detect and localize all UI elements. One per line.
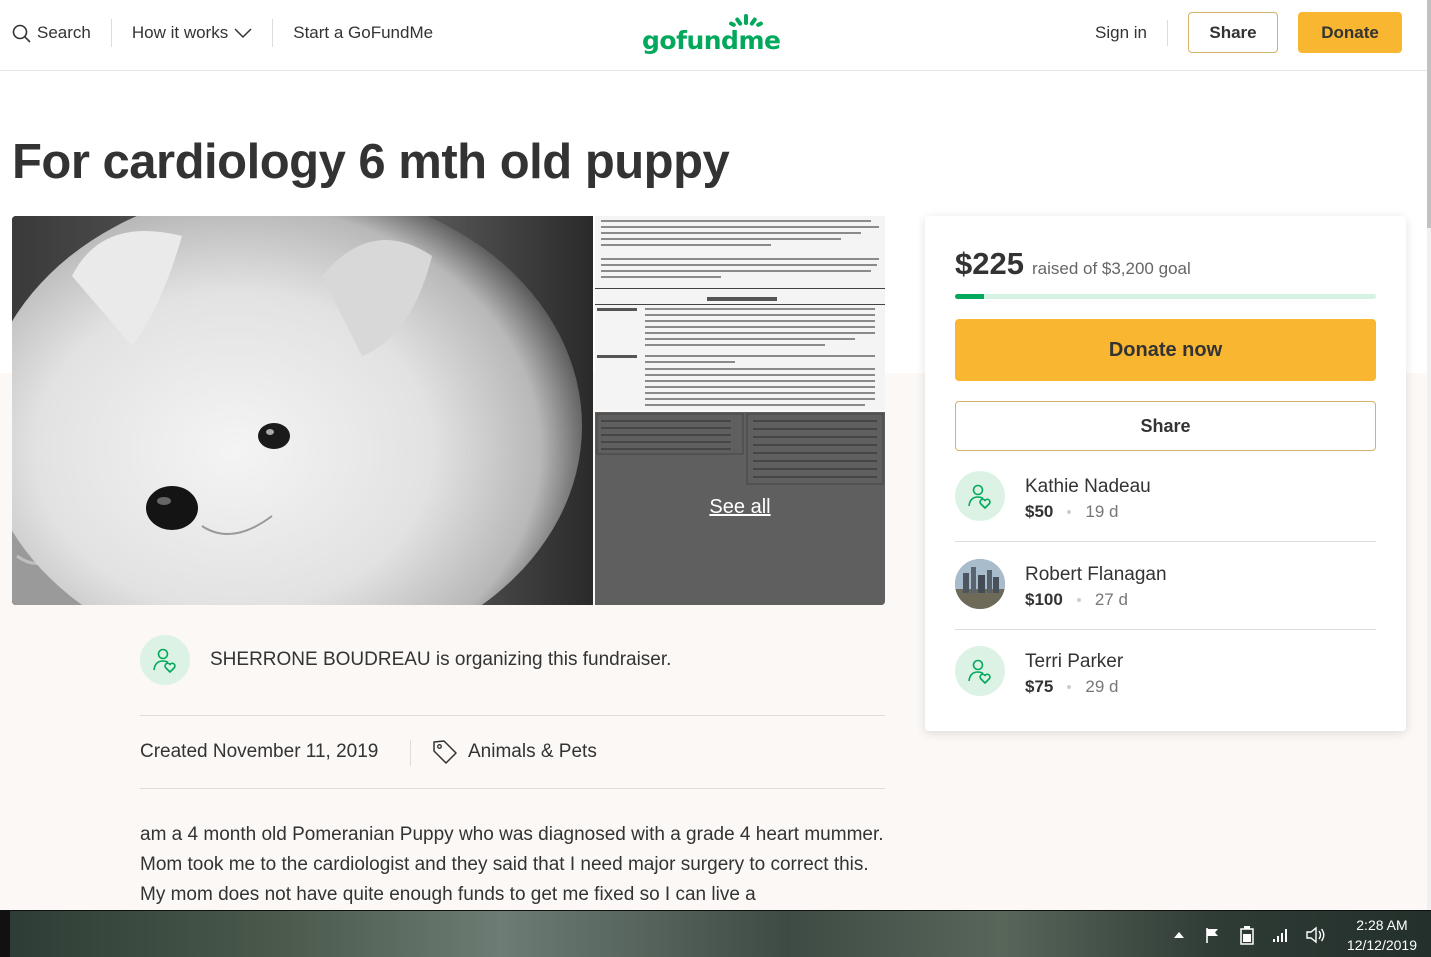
battery-icon[interactable] [1237, 925, 1257, 945]
nav-left: Search How it works Start a GoFundMe [12, 0, 433, 66]
meta-divider [410, 740, 411, 766]
action-center-flag-icon[interactable] [1203, 925, 1223, 945]
header-share-button[interactable]: Share [1188, 12, 1278, 53]
header-donate-button[interactable]: Donate [1298, 12, 1402, 53]
puppy-photo-image [12, 216, 593, 605]
donor-amount: $50 [1025, 502, 1054, 521]
separator-dot [1067, 685, 1072, 689]
donor-meta: $50 19 d [1025, 502, 1118, 522]
see-all-photos-tile[interactable]: See all [595, 412, 885, 605]
tag-icon [433, 740, 457, 764]
donor-name: Robert Flanagan [1025, 564, 1167, 585]
search-label: Search [37, 23, 91, 42]
sign-in-link[interactable]: Sign in [1095, 23, 1147, 43]
show-hidden-icons-icon[interactable] [1169, 925, 1189, 945]
volume-icon[interactable] [1305, 925, 1325, 945]
taskbar-clock[interactable]: 2:28 AM 12/12/2019 [1347, 915, 1417, 955]
campaign-main-photo[interactable] [12, 216, 593, 605]
nav-divider [110, 19, 112, 47]
donor-row: Kathie Nadeau $50 19 d [955, 471, 1376, 559]
how-it-works-label: How it works [131, 23, 229, 42]
start-gofundme-link[interactable]: Start a GoFundMe [293, 23, 433, 43]
nav-right: Sign in Share Donate [1095, 12, 1402, 53]
organizer-text: SHERRONE BOUDREAU is organizing this fun… [210, 649, 672, 670]
donor-avatar [955, 646, 1005, 696]
donor-time: 29 d [1085, 677, 1119, 696]
site-header: Search How it works Start a GoFundMe gof… [0, 0, 1427, 71]
category-label: Animals & Pets [468, 741, 597, 762]
raised-amount: $225 [955, 246, 1024, 281]
medical-document-image [595, 216, 885, 410]
nav-divider [1167, 19, 1168, 46]
gofundme-logo[interactable]: gofundme [642, 14, 781, 55]
donor-name: Terri Parker [1025, 651, 1124, 672]
donor-amount: $100 [1025, 590, 1063, 609]
donor-meta: $100 27 d [1025, 590, 1128, 610]
separator-dot [1076, 598, 1081, 602]
logo-text: gofundme [642, 26, 781, 55]
see-all-link[interactable]: See all [595, 496, 885, 519]
clock-date: 12/12/2019 [1346, 936, 1417, 953]
donor-photo-avatar [955, 559, 1005, 609]
organizer-avatar [140, 635, 190, 685]
campaign-story: am a 4 month old Pomeranian Puppy who wa… [140, 824, 884, 905]
start-label: Start a GoFundMe [293, 23, 434, 42]
divider [955, 629, 1376, 630]
donor-avatar [955, 559, 1005, 609]
category-link[interactable]: Animals & Pets [432, 739, 597, 765]
donor-heart-icon [968, 484, 991, 509]
campaign-document-photo[interactable] [595, 216, 885, 410]
progress-bar [955, 294, 1376, 299]
os-taskbar: 2:28 AM 12/12/2019 [0, 910, 1431, 957]
search-icon [12, 24, 31, 43]
donor-time: 19 d [1085, 502, 1119, 521]
search-link[interactable]: Search [12, 23, 91, 43]
donor-avatar [955, 471, 1005, 521]
how-it-works-menu[interactable]: How it works [132, 23, 252, 43]
donation-sidebar-card: $225 raised of $3,200 goal Donate now Sh… [925, 216, 1406, 731]
raised-summary: $225 raised of $3,200 goal [955, 246, 1191, 282]
donor-heart-icon [968, 659, 991, 684]
goal-text: raised of $3,200 goal [1031, 259, 1191, 278]
campaign-title: For cardiology 6 mth old puppy [12, 135, 730, 189]
person-heart-icon [153, 648, 176, 673]
divider [140, 788, 885, 789]
share-button[interactable]: Share [955, 401, 1376, 451]
scrollbar-thumb[interactable] [1427, 0, 1431, 228]
donor-row: Robert Flanagan $100 27 d [955, 559, 1376, 647]
divider [955, 541, 1376, 542]
clock-time: 2:28 AM [1356, 916, 1408, 933]
nav-divider [272, 19, 274, 47]
created-date: Created November 11, 2019 [140, 741, 379, 762]
donor-row: Terri Parker $75 29 d [955, 646, 1376, 734]
network-signal-icon[interactable] [1271, 925, 1291, 945]
page-scrollbar[interactable] [1427, 0, 1431, 910]
donor-time: 27 d [1094, 590, 1128, 609]
system-tray: 2:28 AM 12/12/2019 [1169, 911, 1417, 957]
donate-now-button[interactable]: Donate now [955, 319, 1376, 381]
taskbar-start-edge[interactable] [0, 911, 10, 957]
donor-meta: $75 29 d [1025, 677, 1118, 697]
separator-dot [1067, 510, 1072, 514]
donor-name: Kathie Nadeau [1025, 476, 1151, 497]
progress-fill [955, 294, 985, 299]
chevron-down-icon [234, 28, 252, 39]
donor-amount: $75 [1025, 677, 1054, 696]
divider [140, 715, 885, 716]
